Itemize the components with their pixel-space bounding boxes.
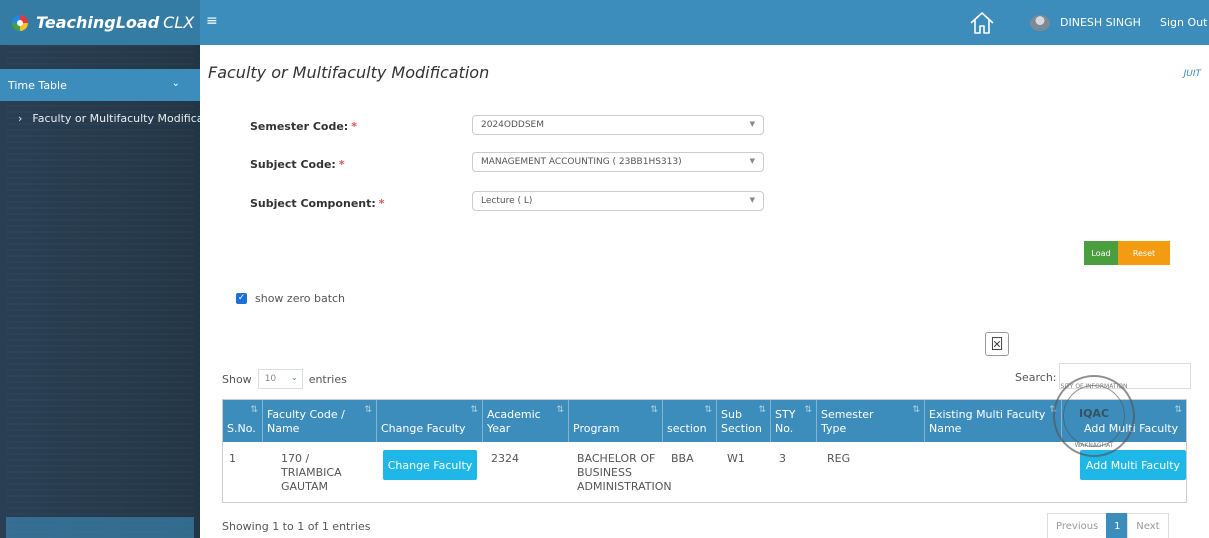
sidebar-item-faculty-modification[interactable]: › Faculty or Multifaculty Modificat [0, 107, 200, 129]
column-header-semester-type[interactable]: ⇅ Semester Type [817, 400, 925, 442]
entries-label: entries [308, 372, 347, 386]
column-header-sty-no[interactable]: ⇅ STY No. [771, 400, 817, 442]
previous-page-button[interactable]: Previous [1047, 513, 1108, 538]
sidebar-section-time-table[interactable]: Time Table ⌄ [0, 69, 200, 101]
semester-code-label: Semester Code: * [250, 120, 357, 133]
pagination: Previous 1 Next [1047, 513, 1169, 538]
column-header-academic-year[interactable]: ⇅ Academic Year [483, 400, 569, 442]
next-page-button[interactable]: Next [1127, 513, 1169, 538]
app-name: TeachingLoad CLX [36, 13, 195, 32]
hamburger-icon[interactable]: ≡ [206, 13, 218, 29]
chevron-down-icon: ▼ [749, 157, 755, 165]
avatar[interactable] [1030, 15, 1050, 31]
app-logo-icon [12, 14, 28, 31]
chevron-down-icon: ▼ [749, 120, 755, 128]
column-header-faculty[interactable]: ⇅ Faculty Code / Name [263, 400, 377, 442]
page-tag: JUIT [1183, 69, 1201, 79]
reset-button[interactable]: Reset [1118, 241, 1170, 265]
cell-faculty: 170 / TRIAMBICA GAUTAM [281, 452, 342, 493]
column-header-sno[interactable]: ⇅ S.No. [223, 400, 263, 442]
cell-semester-type: REG [827, 452, 851, 465]
show-zero-batch-row: ✓ show zero batch [236, 292, 345, 305]
page-title: Faculty or Multifaculty Modification [208, 63, 490, 82]
page-1-button[interactable]: 1 [1106, 513, 1129, 538]
cell-sty-no: 3 [779, 452, 786, 465]
subject-component-select[interactable]: Lecture ( L) ▼ [472, 191, 764, 211]
iqac-stamp-icon: SITY OF INFORMATION IQAC WAKNAGHAT [1053, 375, 1135, 457]
chevron-down-icon: ⌄ [171, 78, 180, 89]
export-excel-icon[interactable] [985, 332, 1009, 356]
main-content: Faculty or Multifaculty Modification JUI… [200, 45, 1209, 538]
chevron-right-icon: › [18, 111, 23, 125]
sign-out-link[interactable]: Sign Out [1160, 16, 1207, 29]
cell-section: BBA [671, 452, 694, 465]
column-header-sub-section[interactable]: ⇅ Sub Section [717, 400, 771, 442]
table-info: Showing 1 to 1 of 1 entries [222, 520, 371, 533]
home-icon[interactable] [968, 9, 996, 37]
subject-code-label: Subject Code: * [250, 158, 345, 171]
subject-component-label: Subject Component: * [250, 197, 385, 210]
semester-code-select[interactable]: 2024ODDSEM ▼ [472, 115, 764, 135]
search-label: Search: [1015, 371, 1057, 384]
chevron-down-icon: ▼ [749, 196, 755, 204]
sidebar: Time Table ⌄ › Faculty or Multifaculty M… [0, 45, 200, 538]
show-label: Show [222, 372, 252, 386]
column-header-change-faculty[interactable]: ⇅ Change Faculty [377, 400, 483, 442]
show-zero-batch-checkbox[interactable]: ✓ [236, 293, 247, 304]
sidebar-section-label: Time Table [8, 78, 67, 92]
chevron-down-icon: ⌄ [290, 373, 298, 382]
top-navbar: TeachingLoad CLX ≡ DINESH SINGH Sign Out [0, 0, 1209, 45]
cell-program: BACHELOR OF BUSINESS ADMINISTRATION [577, 452, 672, 493]
cell-academic-year: 2324 [491, 452, 519, 465]
show-zero-batch-label: show zero batch [255, 292, 346, 305]
change-faculty-button[interactable]: Change Faculty [383, 450, 477, 480]
column-header-program[interactable]: ⇅ Program [569, 400, 663, 442]
page-length-select[interactable]: 10 ⌄ [257, 369, 303, 389]
load-button[interactable]: Load [1084, 241, 1118, 265]
user-name[interactable]: DINESH SINGH [1060, 16, 1141, 29]
sidebar-footer-bar [6, 517, 194, 538]
table-header: ⇅ S.No. ⇅ Faculty Code / Name ⇅ Change Facu… [223, 400, 1186, 442]
page-length-control: Show 10 ⌄ entries [222, 369, 347, 389]
cell-sno: 1 [229, 452, 236, 465]
cell-sub-section: W1 [727, 452, 745, 465]
faculty-table: ⇅ S.No. ⇅ Faculty Code / Name ⇅ Change Facu… [222, 399, 1187, 503]
column-header-section[interactable]: ⇅ section [663, 400, 717, 442]
column-header-existing-multi-faculty[interactable]: ⇅ Existing Multi Faculty Name [925, 400, 1062, 442]
sidebar-item-label: Faculty or Multifaculty Modificat [32, 111, 200, 125]
brand[interactable]: TeachingLoad CLX [0, 0, 200, 45]
subject-code-select[interactable]: MANAGEMENT ACCOUNTING ( 23BB1HS313) ▼ [472, 152, 764, 172]
